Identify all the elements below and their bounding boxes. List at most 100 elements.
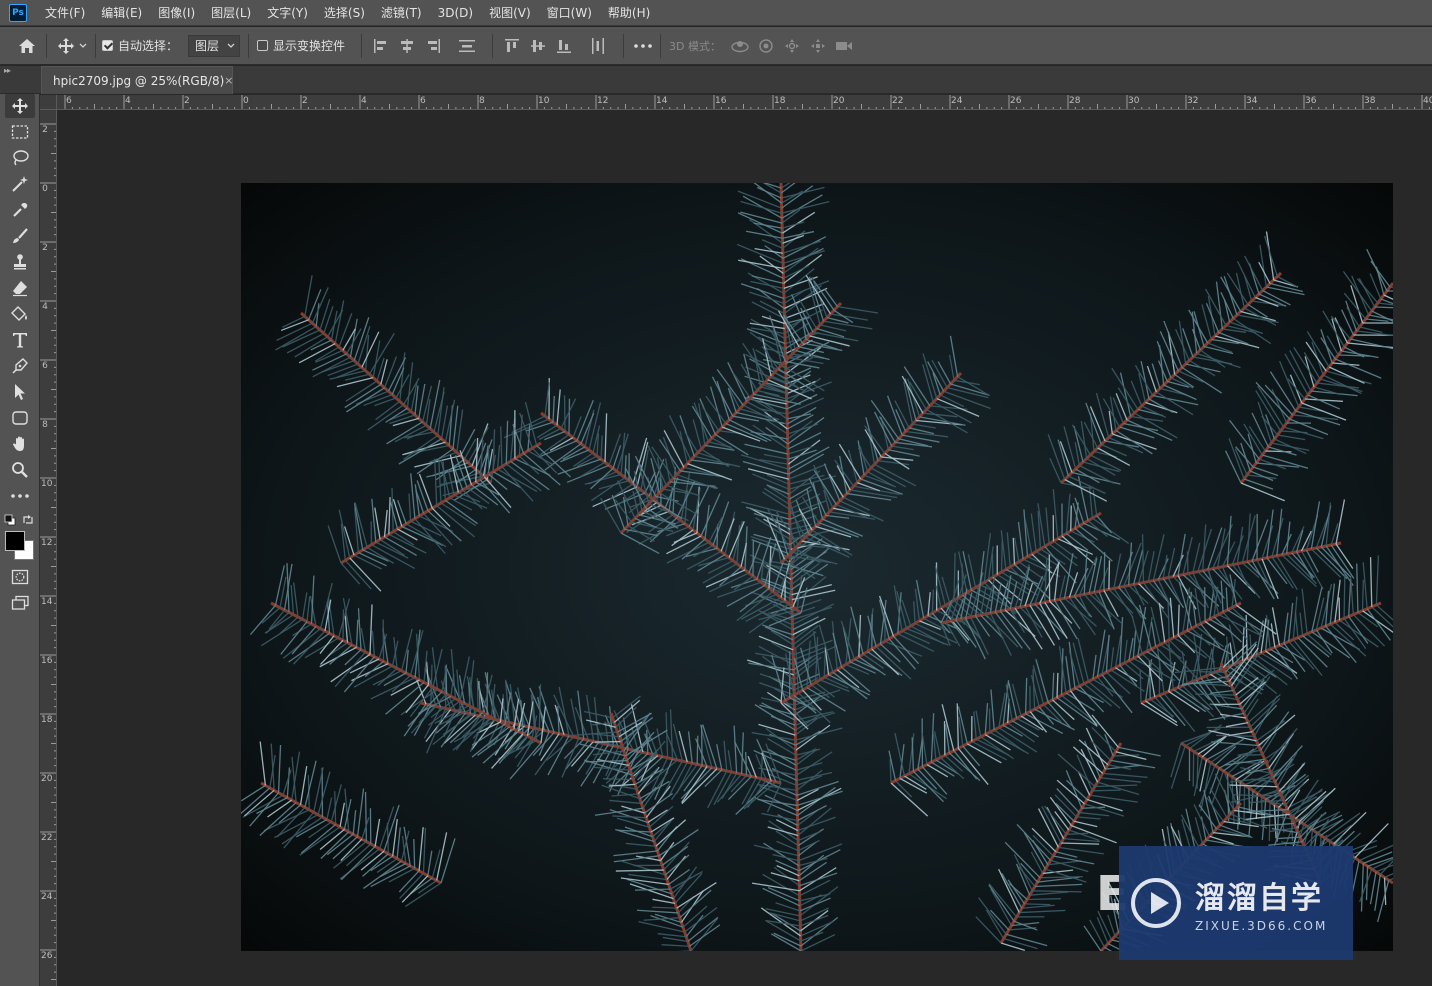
move-tool-preset-icon[interactable]: [55, 35, 77, 57]
menu-view[interactable]: 视图(V): [481, 0, 539, 26]
lasso-tool-icon[interactable]: [5, 146, 35, 170]
ruler-label: 24: [951, 96, 963, 106]
rectangle-tool-icon[interactable]: [5, 406, 35, 430]
align-horizontal-center-icon[interactable]: [396, 35, 418, 57]
ruler-label: 8: [479, 96, 485, 106]
more-options-icon[interactable]: [632, 35, 654, 57]
document-tab-strip: ▸▸ hpic2709.jpg @ 25%(RGB/8) ×: [0, 66, 1432, 94]
document-image[interactable]: [241, 183, 1393, 951]
layer-group-select-value: 图层: [195, 39, 220, 53]
ruler-label: 22: [892, 96, 904, 106]
checkbox-unchecked-icon[interactable]: [257, 40, 269, 51]
roll-3d-icon[interactable]: [755, 35, 777, 57]
menu-help[interactable]: 帮助(H): [600, 0, 658, 26]
drag-3d-icon[interactable]: [781, 35, 803, 57]
close-icon[interactable]: ×: [224, 74, 233, 87]
collapse-panel-icon[interactable]: ▸▸: [4, 66, 11, 75]
photoshop-logo-icon[interactable]: Ps: [9, 3, 27, 22]
move-tool-icon[interactable]: [5, 94, 35, 118]
menu-edit[interactable]: 编辑(E): [93, 0, 150, 26]
layer-group-select[interactable]: 图层: [188, 34, 241, 57]
3d-mode-label: 3D 模式：: [669, 39, 721, 53]
foreground-color-swatch[interactable]: [5, 531, 25, 551]
ruler-label: 6: [66, 96, 72, 106]
menu-filter[interactable]: 滤镜(T): [373, 0, 430, 26]
align-right-icon[interactable]: [422, 35, 444, 57]
edit-toolbar-more-icon[interactable]: [5, 484, 35, 508]
align-bottom-icon[interactable]: [553, 35, 575, 57]
ruler-label: 6: [420, 96, 426, 106]
ruler-label: 2: [184, 96, 190, 106]
brush-tool-icon[interactable]: [5, 224, 35, 248]
ruler-label: 0: [243, 96, 249, 106]
zoom-tool-icon[interactable]: [5, 458, 35, 482]
ruler-label: 4: [125, 96, 131, 106]
path-selection-tool-icon[interactable]: [5, 380, 35, 404]
eyedropper-tool-icon[interactable]: [5, 198, 35, 222]
show-transform-controls-checkbox[interactable]: 显示变换控件: [257, 37, 345, 54]
paint-bucket-tool-icon[interactable]: [5, 302, 35, 326]
ruler-label: 0: [42, 184, 48, 194]
hand-tool-icon[interactable]: [5, 432, 35, 456]
ruler-label: 18: [774, 96, 786, 106]
magic-wand-tool-icon[interactable]: [5, 172, 35, 196]
menu-image[interactable]: 图像(I): [150, 0, 203, 26]
options-bar: 自动选择： 图层 显示变换控件 3D 模式：: [0, 27, 1432, 65]
swap-colors-icon[interactable]: [22, 514, 34, 526]
ruler-label: 6: [42, 361, 48, 371]
menu-layer[interactable]: 图层(L): [203, 0, 259, 26]
ruler-label: 36: [1305, 96, 1317, 106]
document-tab[interactable]: hpic2709.jpg @ 25%(RGB/8) ×: [41, 66, 234, 94]
ruler-origin[interactable]: [40, 95, 57, 110]
vertical-ruler[interactable]: 2 0 2 4 6 8 10 12 14 16 18 20 22 24 26: [40, 110, 57, 986]
ruler-label: 10: [41, 479, 53, 489]
ruler-label: 18: [41, 715, 53, 725]
checkbox-checked-icon[interactable]: [102, 40, 113, 51]
menu-select[interactable]: 选择(S): [316, 0, 373, 26]
distribute-horizontal-icon[interactable]: [587, 35, 609, 57]
ruler-label: 4: [361, 96, 367, 106]
ruler-label: 34: [1246, 96, 1258, 106]
orbit-3d-icon[interactable]: [729, 35, 751, 57]
watermark-banner: 溜溜自学 ZIXUE.3D66.COM: [1119, 846, 1353, 960]
ruler-label: 20: [833, 96, 845, 106]
horizontal-ruler[interactable]: 6 4 2 0 2 4 6 8 10 12 14 16 18 20 22 24 …: [40, 95, 1432, 110]
chevron-down-icon: [227, 43, 235, 48]
ruler-label: 20: [41, 774, 53, 784]
screen-mode-icon[interactable]: [5, 591, 35, 615]
align-vertical-center-icon[interactable]: [527, 35, 549, 57]
auto-select-label: 自动选择：: [118, 39, 179, 53]
menu-3d[interactable]: 3D(D): [430, 0, 481, 26]
default-colors-icon[interactable]: [4, 514, 16, 526]
ruler-label: 12: [41, 538, 53, 548]
ruler-label: 14: [41, 597, 53, 607]
ruler-label: 14: [656, 96, 668, 106]
show-transform-label: 显示变换控件: [273, 39, 346, 53]
quick-mask-icon[interactable]: [5, 565, 35, 589]
slide-3d-icon[interactable]: [807, 35, 829, 57]
pen-tool-icon[interactable]: [5, 354, 35, 378]
ruler-label: 8: [42, 420, 48, 430]
eraser-tool-icon[interactable]: [5, 276, 35, 300]
home-icon[interactable]: [16, 35, 38, 57]
type-tool-icon[interactable]: [5, 328, 35, 352]
distribute-vertical-icon[interactable]: [456, 35, 478, 57]
align-left-icon[interactable]: [370, 35, 392, 57]
align-top-icon[interactable]: [501, 35, 523, 57]
menu-file[interactable]: 文件(F): [37, 0, 93, 26]
ruler-label: 24: [41, 892, 53, 902]
watermark-url: ZIXUE.3D66.COM: [1195, 919, 1328, 933]
menu-window[interactable]: 窗口(W): [539, 0, 600, 26]
menu-type[interactable]: 文字(Y): [259, 0, 316, 26]
ruler-label: 30: [1128, 96, 1140, 106]
marquee-tool-icon[interactable]: [5, 120, 35, 144]
clone-stamp-tool-icon[interactable]: [5, 250, 35, 274]
play-logo-icon: [1131, 878, 1181, 928]
camera-3d-icon[interactable]: [833, 35, 855, 57]
ruler-label: 26: [1010, 96, 1022, 106]
auto-select-checkbox[interactable]: 自动选择：: [102, 37, 178, 54]
chevron-down-icon[interactable]: [77, 35, 89, 57]
ruler-label: 26: [41, 951, 53, 961]
ruler-label: 32: [1187, 96, 1199, 106]
ruler-label: 2: [42, 125, 48, 135]
